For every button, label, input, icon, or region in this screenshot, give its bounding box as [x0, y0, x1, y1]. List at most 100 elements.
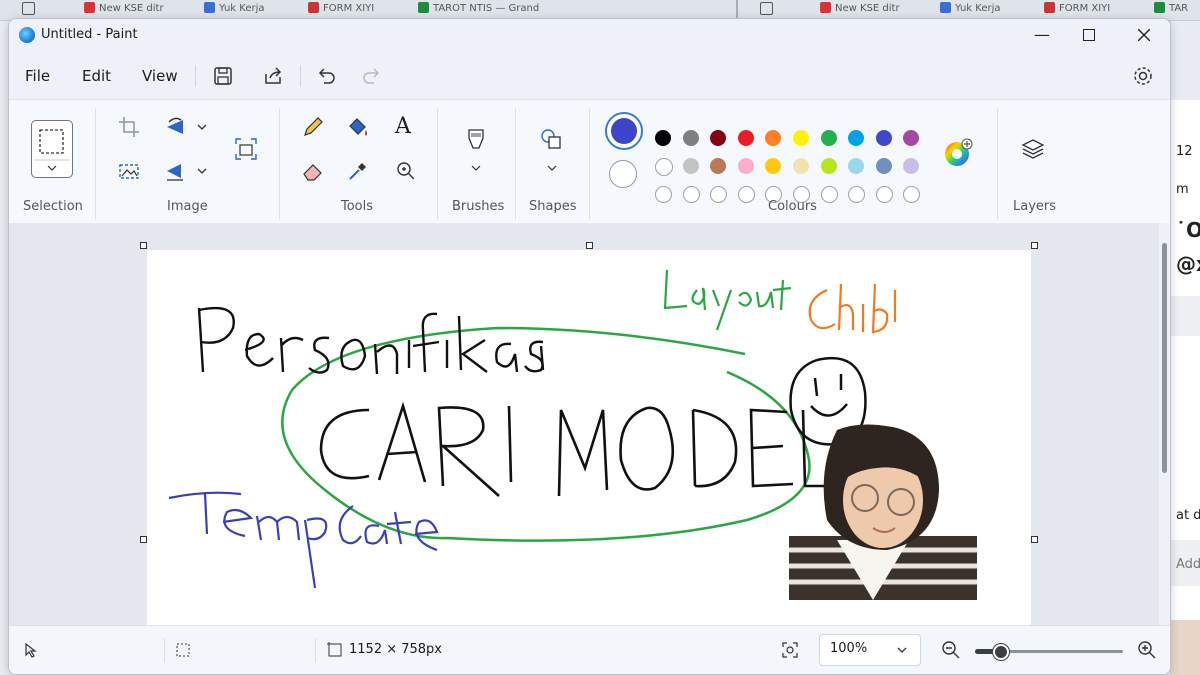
crop-icon[interactable] — [116, 114, 142, 140]
peek-photo — [1170, 620, 1200, 675]
magnifier-icon[interactable] — [393, 158, 419, 184]
bg-tab-8[interactable]: TAR — [1154, 2, 1188, 16]
palette-colour-swatch[interactable] — [793, 158, 809, 174]
palette-colour-swatch[interactable] — [737, 130, 754, 146]
minimize-button[interactable]: — — [1019, 19, 1065, 51]
group-label-layers: Layers — [1013, 199, 1057, 214]
rotate-dropdown-chevron-icon[interactable] — [195, 114, 209, 140]
bg-tab-2[interactable]: Yuk Kerja — [204, 2, 265, 16]
zoom-in-icon[interactable] — [1137, 640, 1157, 660]
custom-colour-slot[interactable] — [875, 186, 893, 203]
custom-colour-slot[interactable] — [820, 186, 838, 203]
brush-icon[interactable] — [463, 126, 489, 176]
selection-size-icon — [176, 643, 190, 657]
palette-colour-swatch[interactable] — [765, 130, 782, 146]
handwriting-chibi — [808, 283, 897, 334]
custom-colour-slot[interactable] — [710, 186, 728, 203]
rotate-icon[interactable] — [163, 114, 189, 140]
palette-colour-swatch[interactable] — [737, 158, 754, 174]
undo-icon[interactable] — [313, 63, 339, 89]
secondary-colour-swatch[interactable] — [609, 160, 637, 188]
text-tool-icon[interactable]: A — [395, 114, 411, 139]
save-icon[interactable] — [210, 63, 236, 89]
canvas-size-icon — [327, 642, 342, 657]
handwriting-personifikasi — [197, 306, 545, 375]
palette-colour-swatch[interactable] — [655, 130, 671, 146]
drawing-canvas[interactable] — [147, 250, 1031, 633]
eraser-icon[interactable] — [300, 158, 326, 184]
ribbon-separator — [279, 108, 280, 220]
custom-colour-slot[interactable] — [737, 186, 755, 203]
custom-colour-slot[interactable] — [682, 186, 700, 203]
vertical-scrollbar[interactable] — [1159, 223, 1170, 625]
palette-colour-swatch[interactable] — [903, 130, 920, 146]
resize-handle[interactable] — [140, 536, 147, 543]
peek-text: m — [1176, 182, 1189, 197]
palette-colour-swatch[interactable] — [875, 158, 892, 174]
palette-colour-swatch[interactable] — [820, 130, 837, 146]
custom-colour-slot[interactable] — [848, 186, 866, 203]
peek-text: Add a — [1176, 557, 1200, 572]
menu-view[interactable]: View — [142, 67, 178, 85]
fit-to-window-icon[interactable] — [781, 641, 799, 659]
ribbon-separator — [997, 108, 998, 220]
zoom-slider-knob[interactable] — [993, 644, 1010, 660]
custom-colour-slot[interactable] — [655, 186, 672, 203]
bg-tab-7[interactable]: FORM XIYI — [1044, 2, 1110, 16]
bg-apps-icon — [22, 2, 39, 16]
palette-colour-swatch[interactable] — [903, 158, 920, 174]
group-label-colours: Colours — [768, 199, 817, 214]
menu-edit[interactable]: Edit — [82, 67, 111, 85]
color-picker-icon[interactable] — [345, 158, 371, 184]
flip-dropdown-chevron-icon[interactable] — [195, 158, 209, 184]
status-bar: 1152 × 758px 100% — [9, 625, 1170, 674]
menu-bar: File Edit View — [9, 51, 1170, 99]
pencil-icon[interactable] — [300, 114, 326, 140]
layers-icon[interactable] — [1020, 136, 1046, 162]
resize-handle[interactable] — [586, 242, 593, 249]
palette-colour-swatch[interactable] — [710, 130, 727, 146]
title-bar: Untitled - Paint — — [9, 19, 1170, 51]
resize-handle[interactable] — [1031, 242, 1038, 249]
bg-tab-4[interactable]: TAROT NTIS — Grand — [418, 2, 539, 16]
bg-tab-6[interactable]: Yuk Kerja — [940, 2, 1001, 16]
resize-image-icon[interactable] — [233, 136, 259, 162]
ribbon-toolbar: Selection Image A Tools Brushes Shapes C… — [9, 99, 1170, 225]
zoom-dropdown[interactable]: 100% — [819, 634, 921, 666]
primary-colour-swatch[interactable] — [605, 112, 643, 150]
palette-colour-swatch[interactable] — [655, 158, 673, 176]
palette-colour-swatch[interactable] — [875, 130, 892, 146]
canvas-workspace — [9, 223, 1161, 633]
edit-colours-wheel-icon[interactable] — [943, 138, 973, 168]
palette-colour-swatch[interactable] — [682, 158, 699, 174]
zoom-out-icon[interactable] — [941, 640, 961, 660]
maximize-icon — [1083, 29, 1095, 41]
ribbon-separator — [95, 108, 96, 220]
palette-colour-swatch[interactable] — [710, 158, 727, 174]
settings-gear-icon[interactable] — [1130, 63, 1156, 89]
fill-bucket-icon[interactable] — [345, 114, 371, 140]
scrollbar-thumb[interactable] — [1162, 243, 1167, 473]
palette-colour-swatch[interactable] — [820, 158, 837, 174]
custom-colour-slot[interactable] — [903, 186, 921, 203]
shapes-icon[interactable] — [539, 126, 565, 176]
palette-colour-swatch[interactable] — [765, 158, 782, 174]
share-icon[interactable] — [260, 63, 286, 89]
bg-tab-1[interactable]: New KSE ditr — [84, 2, 164, 16]
close-button[interactable] — [1121, 19, 1167, 51]
resize-handle[interactable] — [140, 242, 147, 249]
handwriting-cari-model — [319, 401, 837, 497]
palette-colour-swatch[interactable] — [682, 130, 699, 146]
image-select-icon[interactable] — [116, 158, 142, 184]
maximize-button[interactable] — [1066, 19, 1112, 51]
redo-icon[interactable] — [359, 63, 385, 89]
bg-tab-3[interactable]: FORM XIYI — [308, 2, 374, 16]
flip-icon[interactable] — [163, 158, 189, 184]
palette-colour-swatch[interactable] — [793, 130, 809, 146]
selection-button[interactable] — [31, 120, 73, 178]
bg-tab-5[interactable]: New KSE ditr — [820, 2, 900, 16]
palette-colour-swatch[interactable] — [848, 130, 865, 146]
menu-file[interactable]: File — [25, 67, 50, 85]
resize-handle[interactable] — [1031, 536, 1038, 543]
palette-colour-swatch[interactable] — [848, 158, 865, 174]
